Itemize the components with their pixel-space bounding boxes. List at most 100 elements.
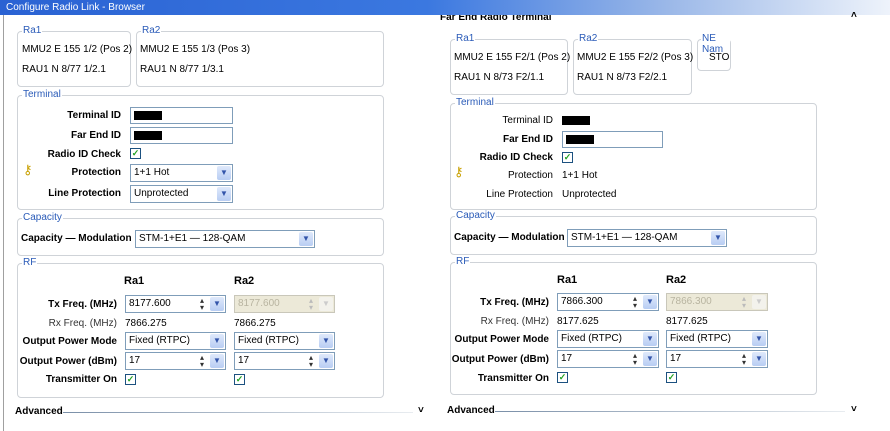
terminal-id-input[interactable]	[130, 107, 233, 124]
line-protection-label: Line Protection	[486, 189, 553, 200]
capacity-modulation-select[interactable]: STM-1+E1 — 128-QAM ▼	[135, 230, 315, 248]
expand-advanced-chevron-down-icon[interactable]: ˅	[418, 405, 424, 416]
rf-ra1-header: Ra1	[557, 274, 578, 286]
chevron-down-icon[interactable]: ▼	[210, 354, 224, 368]
spinner-arrows-icon[interactable]: ▴ ▾	[631, 352, 639, 367]
selected-value: STM-1+E1 — 128-QAM	[571, 232, 678, 243]
far-ra1-group: Ra1 MMU2 E 155 F2/1 (Pos 2) RAU1 N 8/73 …	[450, 33, 571, 95]
far-end-id-label: Far End ID	[502, 134, 553, 145]
ra2-output-power-mode-select[interactable]: Fixed (RTPC) ▼	[234, 332, 335, 350]
ra1-transmitter-on-checkbox[interactable]: ✓	[557, 372, 568, 383]
ra1-mmu: MMU2 E 155 F2/1 (Pos 2)	[454, 52, 571, 63]
capacity-modulation-label: Capacity — Modulation	[454, 232, 565, 243]
spinner-arrows-icon[interactable]: ▴ ▾	[198, 297, 206, 312]
legend: Terminal	[455, 97, 495, 108]
ra2-transmitter-on-checkbox[interactable]: ✓	[234, 374, 245, 385]
advanced-section-header[interactable]: Advanced	[15, 406, 63, 417]
collapse-far-end-chevron-up-icon[interactable]: ˄	[851, 10, 857, 21]
chevron-down-icon[interactable]: ▼	[643, 352, 657, 366]
ra2-transmitter-on-checkbox[interactable]: ✓	[666, 372, 677, 383]
legend: Capacity	[455, 210, 496, 221]
capacity-modulation-select[interactable]: STM-1+E1 — 128-QAM ▼	[567, 229, 727, 247]
ra2-output-power-spinner[interactable]: 17 ▴ ▾ ▼	[234, 352, 335, 370]
ra2-output-power-mode-select[interactable]: Fixed (RTPC) ▼	[666, 330, 768, 348]
output-power-label: Output Power (dBm)	[19, 356, 117, 367]
chevron-down-icon[interactable]: ▼	[643, 295, 657, 309]
ra2-tx-freq-spinner: 7866.300 ▴ ▾ ▼	[666, 293, 768, 311]
rx-freq-label: Rx Freq. (MHz)	[48, 318, 117, 329]
divider	[63, 412, 413, 413]
advanced-section-header[interactable]: Advanced	[447, 405, 495, 416]
ra1-output-power-spinner[interactable]: 17 ▴ ▾ ▼	[557, 350, 659, 368]
rf-ra1-header: Ra1	[124, 275, 145, 287]
ra1-rau: RAU1 N 8/73 F2/1.1	[454, 72, 545, 83]
ra2-rx-freq: 8177.625	[666, 316, 708, 327]
spinner-arrows-icon[interactable]: ▴ ▾	[631, 295, 639, 310]
chevron-down-icon[interactable]: ▼	[210, 297, 224, 311]
legend: Ra2	[578, 33, 599, 44]
rx-freq-label: Rx Freq. (MHz)	[480, 316, 549, 327]
radio-id-check-checkbox[interactable]: ✓	[562, 152, 573, 163]
spinner-arrows-icon[interactable]: ▴ ▾	[198, 354, 206, 369]
checkmark-icon: ✓	[558, 372, 567, 382]
ra1-output-power-spinner[interactable]: 17 ▴ ▾ ▼	[125, 352, 226, 370]
chevron-down-icon: ▼	[319, 334, 333, 348]
output-power-mode-label: Output Power Mode	[22, 336, 117, 347]
line-protection-value: Unprotected	[562, 189, 617, 200]
selected-value: STM-1+E1 — 128-QAM	[139, 233, 246, 244]
far-ne-name-group: NE Nam STO	[697, 33, 731, 71]
chevron-down-icon: ▼	[319, 297, 333, 311]
ra2-output-power-spinner[interactable]: 17 ▴ ▾ ▼	[666, 350, 768, 368]
chevron-down-icon: ▼	[752, 332, 766, 346]
ra1-output-power-mode-select[interactable]: Fixed (RTPC) ▼	[557, 330, 659, 348]
far-end-id-input[interactable]	[130, 127, 233, 144]
output-power-label: Output Power (dBm)	[451, 354, 549, 365]
ra2-mmu: MMU2 E 155 F2/2 (Pos 3)	[577, 52, 694, 63]
ra1-rx-freq: 7866.275	[125, 318, 167, 329]
selected-value: 1+1 Hot	[134, 167, 170, 178]
value: 7866.300	[561, 296, 603, 307]
line-protection-select[interactable]: Unprotected ▼	[130, 185, 233, 203]
ra1-tx-freq-spinner[interactable]: 7866.300 ▴ ▾ ▼	[557, 293, 659, 311]
chevron-down-icon: ▼	[752, 295, 766, 309]
ra1-tx-freq-spinner[interactable]: 8177.600 ▴ ▾ ▼	[125, 295, 226, 313]
terminal-id-value	[562, 115, 590, 126]
line-protection-label: Line Protection	[48, 188, 121, 199]
far-end-id-label: Far End ID	[70, 130, 121, 141]
window-title: Configure Radio Link - Browser	[6, 2, 145, 13]
tx-freq-label: Tx Freq. (MHz)	[48, 299, 117, 310]
chevron-down-icon[interactable]: ▼	[319, 354, 333, 368]
far-end-id-input[interactable]	[562, 131, 663, 148]
protection-label: Protection	[71, 167, 121, 178]
spinner-arrows-icon: ▴ ▾	[308, 296, 313, 312]
ra2-rx-freq: 7866.275	[234, 318, 276, 329]
redacted-value	[134, 130, 162, 140]
selected-value: Unprotected	[134, 188, 189, 199]
chevron-down-icon[interactable]: ▼	[752, 352, 766, 366]
protection-value: 1+1 Hot	[562, 170, 598, 181]
ra2-rau: RAU1 N 8/73 F2/2.1	[577, 72, 668, 83]
spinner-arrows-icon[interactable]: ▴ ▾	[307, 354, 315, 369]
checkmark-icon: ✓	[126, 374, 135, 384]
rf-ra2-header: Ra2	[666, 274, 687, 286]
ra1-rau: RAU1 N 8/77 1/2.1	[22, 64, 106, 75]
spinner-arrows-icon: ▴ ▾	[741, 294, 746, 310]
checkmark-icon: ✓	[235, 374, 244, 384]
selected-value: Fixed (RTPC)	[561, 333, 622, 344]
ra1-transmitter-on-checkbox[interactable]: ✓	[125, 374, 136, 385]
ra1-output-power-mode-select[interactable]: Fixed (RTPC) ▼	[125, 332, 226, 350]
value: 17	[238, 355, 250, 366]
legend: Terminal	[22, 89, 62, 100]
chevron-down-icon: ▼	[210, 334, 224, 348]
redacted-value	[562, 115, 590, 125]
legend: Ra1	[455, 33, 476, 44]
protection-select[interactable]: 1+1 Hot ▼	[130, 164, 233, 182]
spinner-arrows-icon[interactable]: ▴ ▾	[740, 352, 748, 367]
chevron-down-icon: ▼	[711, 231, 725, 245]
selected-value: Fixed (RTPC)	[670, 333, 731, 344]
selected-value: Fixed (RTPC)	[238, 335, 299, 346]
radio-id-check-checkbox[interactable]: ✓	[130, 148, 141, 159]
expand-advanced-chevron-down-icon[interactable]: ˅	[851, 404, 857, 415]
redacted-value	[134, 110, 162, 120]
chevron-down-icon: ▼	[299, 232, 313, 246]
